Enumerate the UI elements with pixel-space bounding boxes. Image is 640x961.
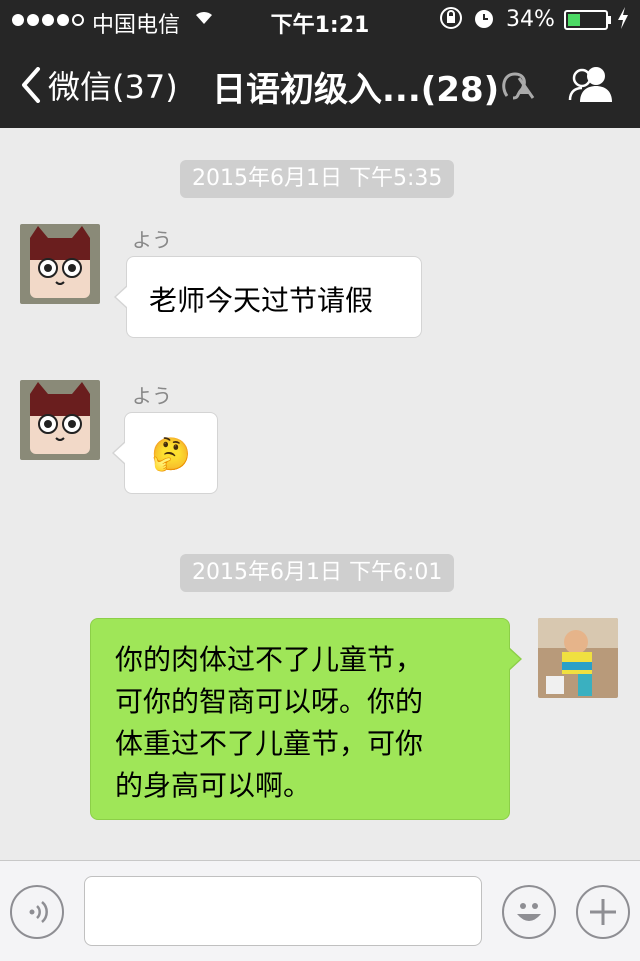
sender-name: よう [132, 384, 172, 408]
message-text-line: 你的肉体过不了儿童节， [115, 643, 424, 676]
sender-name: よう [132, 228, 172, 252]
charging-icon [616, 6, 630, 35]
chat-title: 日语初级入...(28) [212, 70, 500, 110]
battery-icon [564, 10, 608, 30]
rotation-lock-icon [438, 6, 464, 35]
navigation-bar: 微信(37) 日语初级入...(28) [0, 40, 640, 128]
back-label: 微信(37) [48, 68, 178, 106]
mute-icon [497, 68, 537, 111]
incoming-emoji-bubble[interactable]: 🤔 [112, 412, 218, 494]
emoji-message: 🤔 [151, 435, 191, 473]
incoming-message-bubble[interactable]: 老师今天过节请假 [114, 256, 422, 338]
message-input[interactable] [84, 876, 482, 946]
plus-icon [590, 899, 616, 925]
message-text-line: 体重过不了儿童节，可你 [115, 727, 424, 760]
more-options-button[interactable] [576, 885, 630, 939]
avatar[interactable] [20, 380, 100, 460]
message-text-line: 可你的智商可以呀。你的 [115, 685, 424, 718]
emoji-icon [517, 903, 541, 921]
top-bar: 中国电信 下午1:21 34% 微信(37) 日语初级入...(28) [0, 0, 640, 128]
emoji-button[interactable] [502, 885, 556, 939]
alarm-icon [472, 6, 496, 35]
timestamp-label: 2015年6月1日 下午5:35 [180, 160, 455, 198]
chevron-left-icon [22, 67, 40, 103]
voice-input-button[interactable] [10, 885, 64, 939]
voice-icon [29, 901, 48, 923]
outgoing-message-bubble[interactable]: 你的肉体过不了儿童节， 可你的智商可以呀。你的 体重过不了儿童节，可你 的身高可… [90, 618, 522, 820]
input-toolbar [0, 860, 640, 961]
back-button[interactable]: 微信(37) [20, 62, 178, 108]
avatar[interactable] [20, 224, 100, 304]
my-avatar[interactable] [538, 618, 618, 698]
message-text: 老师今天过节请假 [149, 284, 374, 317]
battery-tip [608, 16, 611, 24]
group-members-icon[interactable] [568, 64, 614, 104]
battery-percent: 34% [506, 7, 555, 32]
message-text-line: 的身高可以啊。 [115, 769, 312, 802]
status-bar: 中国电信 下午1:21 34% [0, 0, 640, 40]
battery-level-fill [568, 14, 580, 26]
timestamp-label: 2015年6月1日 下午6:01 [180, 554, 455, 592]
